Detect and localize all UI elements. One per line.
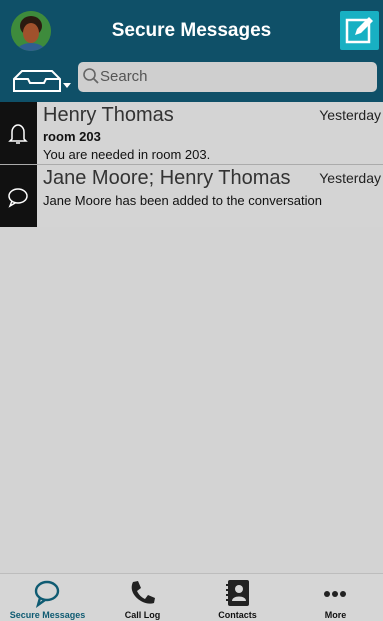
conversation-name: Henry Thomas xyxy=(43,104,174,126)
tab-call-log[interactable]: Call Log xyxy=(95,574,190,621)
conversation-subject: room 203 xyxy=(43,129,101,144)
tab-secure-messages[interactable]: Secure Messages xyxy=(0,574,95,621)
search-input-placeholder: Search xyxy=(100,68,148,85)
tab-more[interactable]: More xyxy=(288,574,383,621)
bell-icon xyxy=(8,124,28,144)
tab-label: Contacts xyxy=(218,610,257,620)
tab-label: More xyxy=(324,610,347,620)
inbox-tray-icon[interactable] xyxy=(10,67,72,95)
contacts-book-icon xyxy=(226,580,249,606)
tab-label: Call Log xyxy=(124,610,161,620)
chat-bubble-icon xyxy=(8,188,28,208)
more-dots-icon xyxy=(324,591,346,597)
conversation-name: Jane Moore; Henry Thomas xyxy=(43,167,291,189)
message-type-rail xyxy=(0,165,37,227)
conversation-row[interactable]: Henry Thomas Yesterday room 203 You are … xyxy=(0,102,383,165)
tab-contacts[interactable]: Contacts xyxy=(190,574,285,621)
bottom-tab-bar: Secure Messages Call Log Contacts More xyxy=(0,573,383,621)
tab-label: Secure Messages xyxy=(9,610,86,620)
message-type-rail xyxy=(0,102,37,165)
conversation-time: Yesterday xyxy=(319,170,381,186)
page-title: Secure Messages xyxy=(111,20,272,41)
search-icon xyxy=(83,68,99,84)
empty-list-area xyxy=(0,227,383,573)
conversation-preview: Jane Moore has been added to the convers… xyxy=(43,193,322,208)
compose-button[interactable] xyxy=(340,11,379,50)
app-header: Secure Messages xyxy=(0,0,383,62)
chat-bubble-icon xyxy=(34,580,60,608)
conversation-row[interactable]: Jane Moore; Henry Thomas Yesterday Jane … xyxy=(0,165,383,227)
compose-icon xyxy=(345,17,373,44)
conversation-preview: You are needed in room 203. xyxy=(43,147,211,162)
phone-icon xyxy=(131,581,155,604)
conversation-time: Yesterday xyxy=(319,107,381,123)
